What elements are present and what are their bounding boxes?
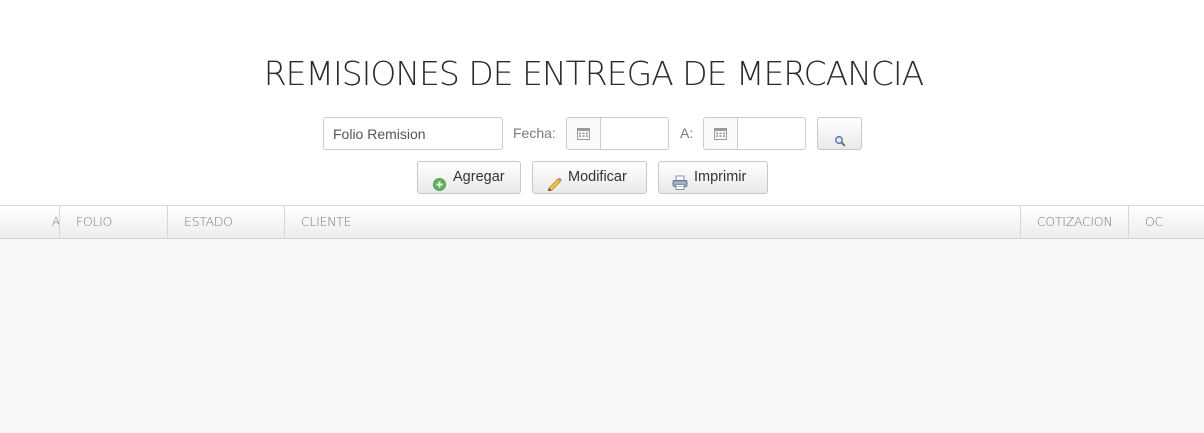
column-header-estado[interactable]: ESTADO [167,206,285,238]
fecha-desde-input[interactable] [601,118,668,151]
pencil-icon [547,172,562,203]
column-header-folio[interactable]: FOLIO [59,206,168,238]
imprimir-button[interactable]: Imprimir [658,161,768,194]
column-header-fecha[interactable]: A [0,206,60,238]
folio-search-input[interactable] [323,117,503,150]
imprimir-label: Imprimir [694,169,747,185]
add-circle-icon [433,172,446,203]
search-button[interactable] [817,117,862,150]
agregar-label: Agregar [453,169,505,185]
modificar-label: Modificar [568,169,627,185]
fecha-hasta-picker[interactable] [703,117,806,151]
table-header: A FOLIO ESTADO CLIENTE COTIZACION OC [0,205,1204,239]
fecha-label: Fecha: [513,125,556,141]
agregar-button[interactable]: Agregar [417,161,521,194]
column-header-oc[interactable]: OC [1128,206,1204,238]
calendar-icon[interactable] [704,118,738,149]
column-header-cotizacion[interactable]: COTIZACION [1020,206,1129,238]
a-label: A: [680,125,694,141]
page-title: REMISIONES DE ENTREGA DE MERCANCIA [263,54,924,94]
column-header-cliente[interactable]: CLIENTE [284,206,1021,238]
table-body [0,239,1204,433]
magnifier-icon [834,128,846,159]
fecha-hasta-input[interactable] [738,118,805,151]
search-bar: Fecha: A: [0,117,1204,151]
modificar-button[interactable]: Modificar [532,161,647,194]
printer-icon [672,171,688,202]
calendar-icon[interactable] [567,118,601,149]
fecha-desde-picker[interactable] [566,117,669,151]
